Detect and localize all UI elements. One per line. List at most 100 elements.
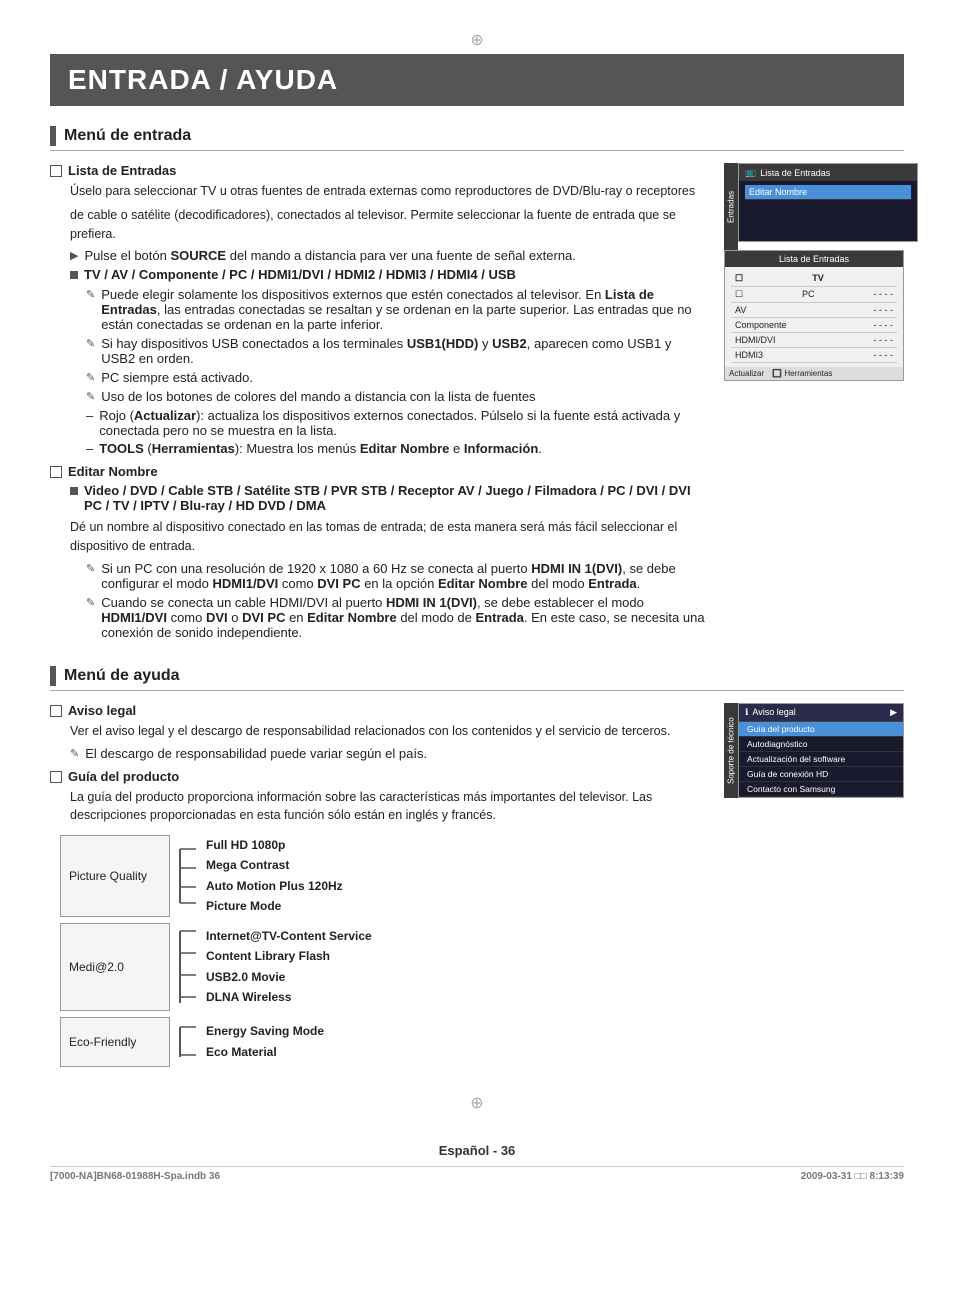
ss-help-row-3: Guía de conexión HD — [739, 767, 903, 782]
ss2-tv-icon: ☐ — [735, 273, 743, 284]
aviso-legal-header: Aviso legal — [50, 703, 706, 718]
ss2-pc-label: PC — [802, 289, 815, 300]
pg-label-eco: Eco-Friendly — [60, 1017, 170, 1067]
pg-bracket-medi — [178, 923, 200, 1011]
aviso-legal-block: Aviso legal Ver el aviso legal y el desc… — [50, 703, 706, 761]
ss1-header: 📺 Lista de Entradas — [739, 164, 917, 181]
note1: ✎ Puede elegir solamente los dispositivo… — [86, 287, 706, 332]
pg-entry-picture-3: Picture Mode — [206, 896, 343, 916]
ss2-componente-row: Componente - - - - — [731, 318, 897, 333]
ss-help-header: ℹ Aviso legal ▶ — [739, 704, 903, 722]
note3: ✎ PC siempre está activado. — [86, 370, 706, 385]
ss2-body: ☐ TV ☐ PC - - - - AV - - - - Componen — [725, 267, 903, 367]
editar-note1: ✎ Si un PC con una resolución de 1920 x … — [86, 561, 706, 591]
aviso-note1-text: El descargo de responsabilidad puede var… — [85, 746, 427, 761]
lista-entradas-header: Lista de Entradas — [50, 163, 706, 178]
note1-icon: ✎ — [86, 288, 95, 332]
pg-group-picture: Picture Quality Full HD 1080p — [60, 835, 540, 917]
dash2-icon: – — [86, 441, 93, 456]
ss2-pc-row: ☐ PC - - - - — [731, 287, 897, 303]
ss-help-sidebar-label: Soporte de técnico — [724, 703, 738, 798]
ss2-av-row: AV - - - - — [731, 303, 897, 318]
pg-items-picture: Full HD 1080p Mega Contrast Auto Motion … — [206, 835, 343, 917]
ss2-herramientas: 🔲 Herramientas — [772, 369, 832, 378]
section-bar-icon — [50, 126, 56, 146]
editar-note1-text: Si un PC con una resolución de 1920 x 10… — [101, 561, 706, 591]
pg-items-medi: Internet@TV-Content Service Content Libr… — [206, 923, 372, 1011]
ss-help-header-text: Aviso legal — [752, 707, 795, 717]
pg-items-eco: Energy Saving Mode Eco Material — [206, 1017, 324, 1067]
pg-bracket-picture — [178, 841, 200, 911]
pg-group-medi: Medi@2.0 Internet@TV-Content Ser — [60, 923, 540, 1011]
ss-help-row-2: Actualización del software — [739, 752, 903, 767]
lista-entradas-p3: Pulse el botón SOURCE del mando a distan… — [84, 248, 575, 263]
section-bar2-icon — [50, 666, 56, 686]
ss2-av-label: AV — [735, 305, 746, 315]
note2-text: Si hay dispositivos USB conectados a los… — [101, 336, 706, 366]
guia-producto-label: Guía del producto — [68, 769, 179, 784]
aviso-note1: ✎ El descargo de responsabilidad puede v… — [70, 746, 706, 761]
ss-help-wrapper: Soporte de técnico ℹ Aviso legal ▶ Guía … — [724, 703, 904, 798]
ss2-hdmidvi-dashes: - - - - — [874, 335, 894, 345]
checkbox-icon — [50, 165, 62, 177]
note4: ✎ Uso de los botones de colores del mand… — [86, 389, 706, 404]
page-number: Español - 36 — [50, 1143, 904, 1158]
lista-entradas-source-note: ▶ Pulse el botón SOURCE del mando a dist… — [70, 248, 706, 263]
ss2-av-dashes: - - - - — [874, 305, 894, 315]
editar-nombre-label: Editar Nombre — [68, 464, 158, 479]
ss1-row1: Editar Nombre — [745, 185, 911, 200]
ss2-footer: Actualizar 🔲 Herramientas — [725, 367, 903, 380]
pg-entry-picture-0: Full HD 1080p — [206, 835, 343, 855]
bullet1-text: Rojo (Actualizar): actualiza los disposi… — [99, 408, 706, 438]
editar-nombre-sub-label: Video / DVD / Cable STB / Satélite STB /… — [84, 483, 706, 513]
editar-note2-icon: ✎ — [86, 596, 95, 640]
screenshot1: Entradas 📺 Lista de Entradas Editar Nomb… — [724, 163, 904, 250]
ss2-hdmi3-label: HDMI3 — [735, 350, 763, 360]
bullet2: – TOOLS (Herramientas): Muestra los menú… — [86, 441, 706, 456]
lista-entradas-p1: Úselo para seleccionar TV u otras fuente… — [70, 182, 706, 201]
editar-nombre-p1: Dé un nombre al dispositivo conectado en… — [70, 518, 706, 556]
square-bullet-icon — [70, 271, 78, 279]
note4-icon: ✎ — [86, 390, 95, 404]
bullet1: – Rojo (Actualizar): actualiza los dispo… — [86, 408, 706, 438]
footer: Español - 36 [7000-NA]BN68-01988H-Spa.in… — [50, 1143, 904, 1182]
guia-producto-header: Guía del producto — [50, 769, 706, 784]
bottom-decoration-symbol: ⊕ — [50, 1093, 904, 1113]
pg-group-eco: Eco-Friendly Energy Saving Mode Eco Mate… — [60, 1017, 540, 1067]
pg-entry-medi-1: Content Library Flash — [206, 946, 372, 966]
pg-bracket-eco — [178, 1017, 200, 1067]
pg-entry-eco-1: Eco Material — [206, 1042, 324, 1062]
ss-help-arrow: ▶ — [890, 707, 897, 718]
pg-entry-medi-0: Internet@TV-Content Service — [206, 926, 372, 946]
checkbox2-icon — [50, 466, 62, 478]
ss-help-row-1: Autodiagnóstico — [739, 737, 903, 752]
tv-av-label: TV / AV / Componente / PC / HDMI1/DVI / … — [84, 267, 516, 282]
footer-file-left: [7000-NA]BN68-01988H-Spa.indb 36 — [50, 1171, 220, 1182]
lista-entradas-label: Lista de Entradas — [68, 163, 176, 178]
ss1-sidebar-label: Entradas — [724, 163, 738, 250]
ayuda-screenshots: Soporte de técnico ℹ Aviso legal ▶ Guía … — [724, 703, 904, 1075]
ss1-body: Editar Nombre — [739, 181, 917, 241]
ss2-hdmi3-dashes: - - - - — [874, 350, 894, 360]
ayuda-text: Aviso legal Ver el aviso legal y el desc… — [50, 703, 706, 1075]
ss1-header-text: Lista de Entradas — [760, 168, 830, 178]
lista-entradas-p2: de cable o satélite (decodificadores), c… — [70, 206, 706, 244]
note1-text: Puede elegir solamente los dispositivos … — [101, 287, 706, 332]
editar-nombre-header: Editar Nombre — [50, 464, 706, 479]
footer-file-info: [7000-NA]BN68-01988H-Spa.indb 36 2009-03… — [50, 1166, 904, 1182]
entrada-screenshots: Entradas 📺 Lista de Entradas Editar Nomb… — [724, 163, 904, 648]
ss-help-row-0: Guía del producto — [739, 722, 903, 737]
product-guide-table: Picture Quality Full HD 1080p — [60, 835, 540, 1067]
editar-note2-text: Cuando se conecta un cable HDMI/DVI al p… — [101, 595, 706, 640]
ss-help-row-4: Contacto con Samsung — [739, 782, 903, 797]
pg-entry-medi-2: USB2.0 Movie — [206, 967, 372, 987]
editar-note2: ✎ Cuando se conecta un cable HDMI/DVI al… — [86, 595, 706, 640]
ss2-hdmi3-row: HDMI3 - - - - — [731, 348, 897, 363]
section-ayuda-title: Menú de ayuda — [50, 666, 904, 691]
editar-nombre-block: Editar Nombre Video / DVD / Cable STB / … — [50, 464, 706, 640]
footer-file-right: 2009-03-31 □□ 8:13:39 — [801, 1171, 904, 1182]
pg-entry-eco-0: Energy Saving Mode — [206, 1021, 324, 1041]
editar-nombre-subheader: Video / DVD / Cable STB / Satélite STB /… — [70, 483, 706, 513]
top-decoration-symbol: ⊕ — [50, 30, 904, 50]
ss-help-box: ℹ Aviso legal ▶ Guía del producto Autodi… — [738, 703, 904, 798]
